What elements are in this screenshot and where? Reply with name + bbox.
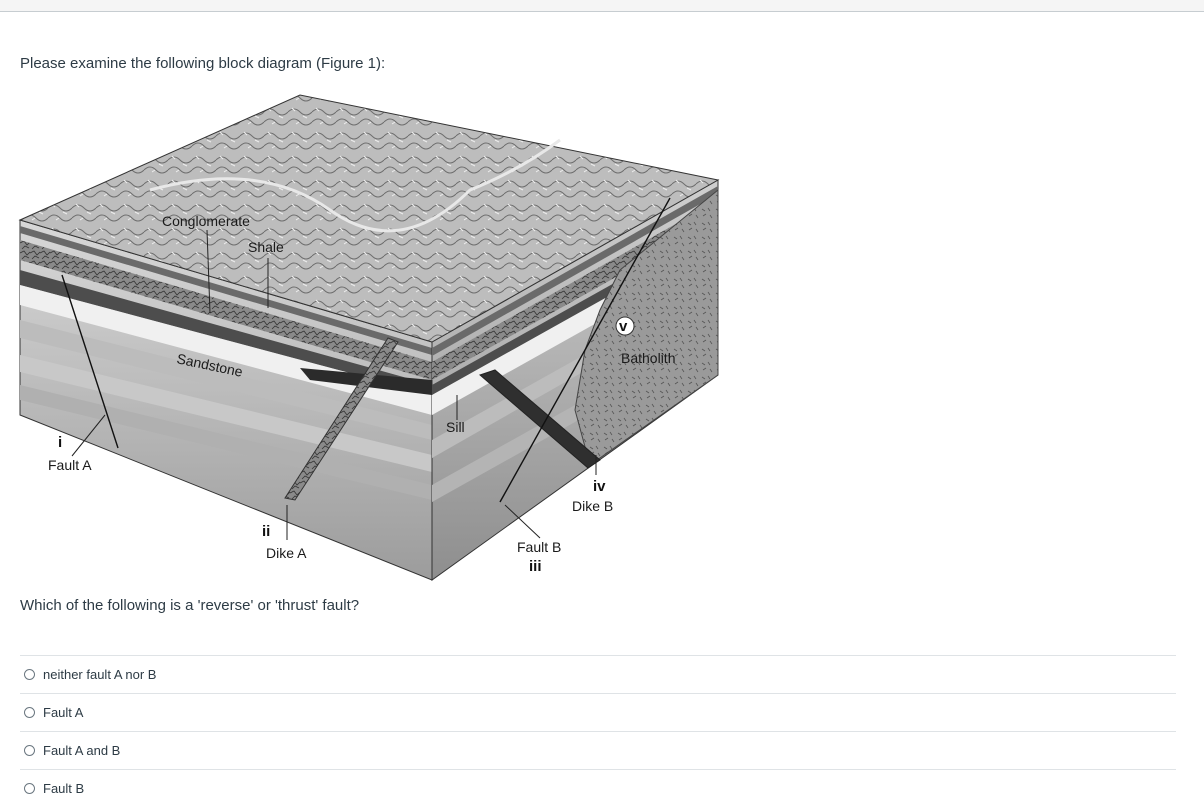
answer-option[interactable]: neither fault A nor B <box>20 655 1176 693</box>
label-batholith: Batholith <box>621 350 675 366</box>
label-fault-a: Fault A <box>48 457 92 473</box>
answer-option[interactable]: Fault A <box>20 693 1176 731</box>
marker-v: v <box>619 318 628 335</box>
label-conglomerate: Conglomerate <box>162 213 250 229</box>
label-sill: Sill <box>446 419 465 435</box>
label-fault-b: Fault B <box>517 539 561 555</box>
answer-option[interactable]: Fault A and B <box>20 731 1176 769</box>
marker-ii: ii <box>262 523 270 540</box>
intro-text: Please examine the following block diagr… <box>20 55 386 72</box>
label-shale: Shale <box>248 239 284 255</box>
answer-label[interactable]: Fault A <box>43 705 83 720</box>
question-text: Which of the following is a 'reverse' or… <box>20 597 360 614</box>
answer-label[interactable]: neither fault A nor B <box>43 667 156 682</box>
marker-iii: iii <box>529 558 542 575</box>
answer-label[interactable]: Fault B <box>43 781 84 796</box>
label-dike-a: Dike A <box>266 545 307 561</box>
radio-button[interactable] <box>24 669 35 680</box>
radio-button[interactable] <box>24 783 35 794</box>
marker-i: i <box>58 434 62 451</box>
label-dike-b: Dike B <box>572 498 613 514</box>
answer-list: neither fault A nor B Fault A Fault A an… <box>20 655 1176 807</box>
radio-button[interactable] <box>24 707 35 718</box>
radio-button[interactable] <box>24 745 35 756</box>
block-diagram: Conglomerate Shale Sandstone Sill Bathol… <box>18 94 720 581</box>
top-bar <box>0 0 1204 12</box>
answer-label[interactable]: Fault A and B <box>43 743 120 758</box>
answer-option[interactable]: Fault B <box>20 769 1176 807</box>
block-diagram-figure: Conglomerate Shale Sandstone Sill Bathol… <box>0 80 740 590</box>
marker-iv: iv <box>593 478 606 495</box>
